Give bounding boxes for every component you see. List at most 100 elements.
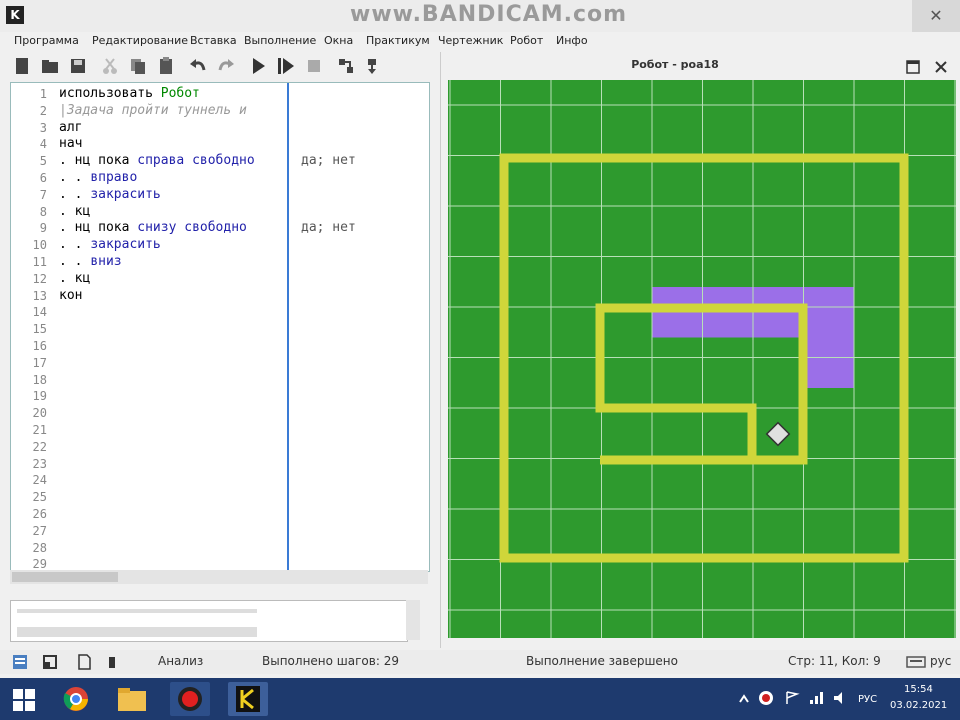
line-number: 27 — [32, 523, 47, 538]
code-line[interactable]: |Задача пройти туннель и — [59, 103, 247, 118]
menu-insert[interactable]: Вставка — [190, 32, 237, 50]
code-line[interactable]: . нц пока снизу свободно — [59, 220, 247, 235]
menu-robot[interactable]: Робот — [510, 32, 543, 50]
code-line[interactable]: . кц — [59, 204, 90, 219]
document-icon[interactable] — [76, 654, 92, 670]
robot-field-canvas[interactable] — [448, 80, 956, 661]
tray-clock-date[interactable]: 03.02.2021 — [890, 700, 947, 711]
taskbar-kumir[interactable] — [228, 682, 268, 716]
line-number: 11 — [32, 255, 47, 269]
status-language[interactable]: рус — [930, 654, 951, 668]
redo-icon[interactable] — [216, 56, 236, 76]
undo-icon[interactable] — [188, 56, 208, 76]
console-text-blur — [17, 609, 257, 613]
status-state: Выполнение завершено — [526, 654, 678, 668]
copy-icon[interactable] — [128, 56, 148, 76]
robot-field[interactable] — [448, 80, 956, 661]
code-token: кон — [59, 287, 83, 303]
code-line[interactable]: . . закрасить — [59, 237, 161, 252]
line-number: 17 — [32, 355, 47, 370]
windows-start-icon[interactable] — [12, 688, 36, 712]
line-number: 10 — [32, 238, 47, 253]
kumir-icon — [236, 686, 260, 712]
output-console[interactable] — [10, 600, 408, 642]
menu-info[interactable]: Инфо — [556, 32, 588, 50]
code-token: закрасить — [90, 186, 161, 202]
code-line[interactable]: кон — [59, 288, 82, 303]
status-cursor-position: Стр: 11, Кол: 9 — [788, 654, 881, 668]
cut-icon[interactable] — [100, 56, 120, 76]
code-line[interactable]: . . вниз — [59, 254, 122, 269]
code-line[interactable]: . . закрасить — [59, 187, 161, 202]
line-number: 1 — [39, 87, 47, 101]
keyboard-icon[interactable] — [906, 654, 926, 670]
line-number: 19 — [32, 389, 47, 404]
tray-clock-time[interactable]: 15:54 — [904, 684, 933, 695]
run-icon[interactable] — [248, 56, 268, 76]
menu-windows[interactable]: Окна — [324, 32, 353, 50]
line-number: 5 — [39, 154, 47, 169]
line-number: 12 — [32, 271, 47, 286]
taskbar-chrome[interactable] — [56, 682, 96, 716]
editor-view-icon[interactable] — [12, 654, 28, 670]
tray-arrow-icon[interactable] — [738, 692, 750, 706]
step-run-icon[interactable] — [276, 56, 296, 76]
windows-taskbar: РУС 15:54 03.02.2021 — [0, 678, 960, 720]
code-token: алг — [59, 119, 83, 135]
chrome-icon — [63, 687, 88, 711]
save-icon[interactable] — [68, 56, 88, 76]
menu-edit[interactable]: Редактирование — [92, 32, 188, 50]
line-number: 20 — [32, 406, 47, 421]
line-number: 3 — [39, 120, 47, 135]
window-close-button[interactable]: ✕ — [912, 0, 960, 32]
code-line[interactable]: нач — [59, 136, 82, 151]
menu-drawer[interactable]: Чертежник — [438, 32, 503, 50]
tray-volume-icon[interactable] — [832, 690, 848, 706]
step-into-icon[interactable] — [364, 56, 384, 76]
code-token: . . — [59, 237, 91, 253]
tray-network-icon[interactable] — [808, 690, 824, 706]
code-line[interactable]: использовать Робот — [59, 86, 200, 101]
console-hscroll-thumb[interactable] — [17, 627, 257, 637]
code-token: нач — [59, 136, 83, 152]
code-line[interactable]: . . вправо — [59, 170, 137, 185]
menu-program[interactable]: Программа — [14, 32, 79, 50]
margin-separator[interactable] — [287, 83, 289, 571]
line-number: 16 — [32, 339, 47, 353]
tray-record-icon[interactable] — [758, 690, 774, 706]
robot-panel-title: Робот - poa18 — [631, 58, 719, 71]
taskbar-explorer[interactable] — [112, 682, 152, 716]
line-number: 8 — [39, 204, 47, 219]
panel-close-icon[interactable] — [934, 60, 948, 74]
status-bar: Анализ Выполнено шагов: 29 Выполнение за… — [0, 650, 960, 674]
code-line[interactable]: алг — [59, 120, 82, 135]
console-vertical-scrollbar[interactable] — [406, 600, 420, 640]
line-number: 18 — [32, 372, 47, 387]
panel-undock-icon[interactable] — [906, 60, 920, 74]
code-line[interactable]: . нц пока справа свободно — [59, 153, 255, 168]
code-token: . . — [59, 170, 91, 185]
stop-icon[interactable] — [304, 56, 324, 76]
bandicam-watermark: www.BANDICAM.com — [350, 2, 628, 27]
code-editor[interactable]: 1 2 3 4 5 6 7 8 9 10 11 12 13 14 15 16 17 18 19 20 21 22 23 24 2… — [10, 82, 430, 572]
step-over-icon[interactable] — [336, 56, 356, 76]
lock-icon[interactable] — [104, 654, 120, 670]
line-number: 24 — [32, 473, 47, 488]
open-folder-icon[interactable] — [40, 56, 60, 76]
line-number: 21 — [32, 423, 47, 437]
editor-scroll-thumb[interactable] — [12, 572, 118, 582]
paste-icon[interactable] — [156, 56, 176, 76]
code-line[interactable]: . кц — [59, 271, 90, 286]
code-token: |Задача пройти туннель и — [59, 102, 247, 118]
menu-practicum[interactable]: Практикум — [366, 32, 430, 50]
layout-icon[interactable] — [42, 654, 58, 670]
new-file-icon[interactable] — [12, 56, 32, 76]
taskbar-bandicam[interactable] — [170, 682, 210, 716]
line-number: 4 — [39, 137, 47, 152]
tray-flag-icon[interactable] — [784, 690, 800, 706]
menu-run[interactable]: Выполнение — [244, 32, 316, 50]
tray-language[interactable]: РУС — [858, 694, 877, 705]
code-token: закрасить — [90, 237, 161, 253]
code-token: . кц — [59, 203, 91, 219]
code-token: . . — [59, 254, 91, 269]
